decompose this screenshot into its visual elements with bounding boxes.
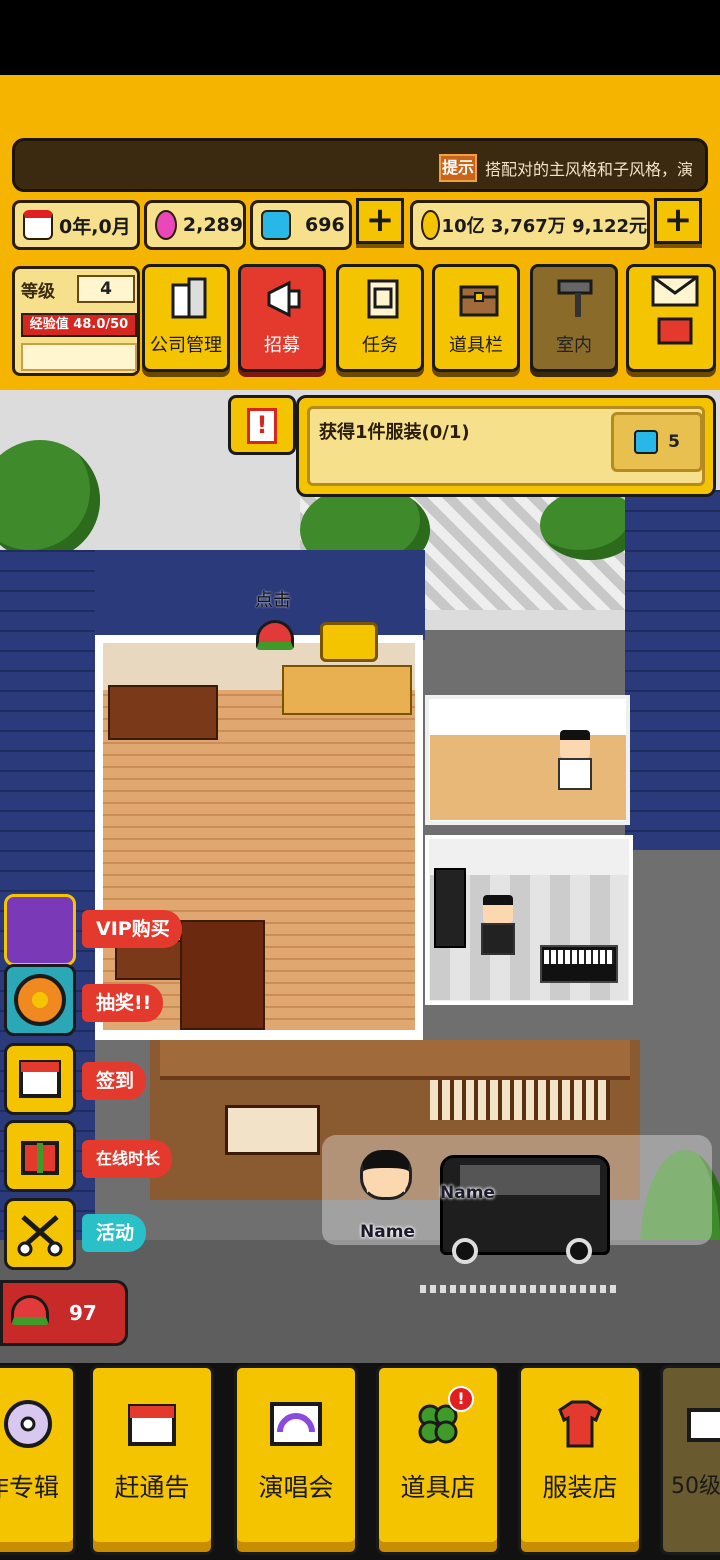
- nav-concert-button[interactable]: 演唱会: [234, 1365, 358, 1555]
- desk: [108, 685, 218, 740]
- trophy-icon: [320, 622, 378, 662]
- sofa: [180, 920, 265, 1030]
- exp-bar: 经验值 48.0/50: [21, 313, 137, 337]
- crown-icon[interactable]: [4, 894, 76, 966]
- menu-label: 室内: [556, 335, 592, 356]
- menu-label: 道具栏: [449, 335, 503, 356]
- shirt-icon: [552, 1396, 608, 1452]
- watermelon-count: 97: [69, 1301, 97, 1325]
- calendar-icon: [23, 210, 53, 240]
- date-value: 0年,0月: [59, 215, 131, 238]
- status-bar: [0, 0, 720, 75]
- coin-icon: [421, 210, 440, 240]
- chest-icon: [457, 277, 501, 321]
- pink-gem-icon: [155, 210, 177, 240]
- notification-badge: !: [448, 1386, 474, 1412]
- menu-label: 任务: [362, 335, 398, 356]
- nav-label: 道具店: [400, 1473, 476, 1502]
- nav-clothing-shop-button[interactable]: 服装店: [518, 1365, 642, 1555]
- piano-keys: [544, 950, 614, 964]
- mail-icon: [651, 275, 699, 345]
- blue-gem-value: 696: [305, 214, 345, 236]
- building-right: [625, 490, 720, 850]
- menu-label: 公司管理: [150, 335, 222, 356]
- manager-character[interactable]: [358, 1150, 414, 1210]
- quest-text: 获得1件服装(0/1): [319, 422, 470, 443]
- recruit-button[interactable]: 招募: [238, 264, 326, 372]
- crosswalk: [420, 1285, 620, 1293]
- medal-shelf: [282, 665, 412, 715]
- click-hint: 点击: [255, 590, 291, 611]
- blue-gem-icon: [261, 210, 291, 240]
- event-button[interactable]: 活动: [82, 1214, 147, 1252]
- entrance-door: [225, 1105, 320, 1155]
- nav-schedule-button[interactable]: 赶通告: [90, 1365, 214, 1555]
- speaker: [434, 868, 466, 948]
- scissors-icon[interactable]: [4, 1198, 76, 1270]
- quest-reward: 5: [611, 412, 703, 472]
- inventory-button[interactable]: 道具栏: [432, 264, 520, 372]
- nav-label: 服装店: [542, 1473, 618, 1502]
- quest-reward-value: 5: [668, 432, 680, 452]
- stage-icon: [268, 1396, 324, 1452]
- tip-badge: 提示: [439, 154, 477, 182]
- pink-gem-value: 2,289: [182, 214, 243, 236]
- lobby-awning: [160, 1040, 630, 1080]
- watermelon-icon[interactable]: [256, 620, 294, 650]
- level-label: 等级: [21, 282, 55, 302]
- npc-name-label: Name: [360, 1222, 415, 1242]
- wheel: [566, 1238, 592, 1264]
- building-icon: [167, 277, 211, 321]
- company-management-button[interactable]: 公司管理: [142, 264, 230, 372]
- blue-gem-counter: 696: [250, 200, 352, 250]
- watermelon-counter[interactable]: 97: [0, 1280, 128, 1346]
- ticker-text: 搭配对的主风格和子风格，演: [485, 160, 694, 179]
- lottery-wheel-icon[interactable]: [4, 964, 76, 1036]
- quest-panel[interactable]: 获得1件服装(0/1) 5: [296, 395, 716, 497]
- news-ticker: 提示 搭配对的主风格和子风格，演: [12, 138, 708, 192]
- nav-label: 演唱会: [258, 1473, 334, 1502]
- add-money-button[interactable]: +: [654, 198, 702, 244]
- add-gems-button[interactable]: +: [356, 198, 404, 244]
- level-blank-field: [21, 343, 137, 371]
- producer-character[interactable]: [478, 895, 518, 955]
- disc-icon: [0, 1396, 56, 1452]
- camera-icon: [683, 1396, 720, 1452]
- wheel: [452, 1238, 478, 1264]
- menu-label: 招募: [264, 335, 300, 356]
- gift-icon[interactable]: [4, 1120, 76, 1192]
- practice-room-floor: [430, 735, 626, 820]
- lobby-window: [430, 1080, 610, 1120]
- vip-purchase-button[interactable]: VIP购买: [82, 910, 182, 948]
- watermelon-icon: [11, 1295, 49, 1325]
- money-counter: 10亿 3,767万 9,122元: [410, 200, 650, 250]
- trainee-character[interactable]: [555, 730, 595, 790]
- check-in-button[interactable]: 签到: [82, 1062, 147, 1100]
- quest-alert-button[interactable]: !: [228, 395, 296, 455]
- blue-gem-icon: [634, 430, 659, 454]
- online-time-button[interactable]: 在线时长: [82, 1140, 173, 1178]
- alert-icon: !: [247, 408, 277, 444]
- nav-label: 50级: [671, 1474, 720, 1499]
- money-value: 10亿 3,767万 9,122元: [441, 216, 647, 237]
- nav-album-button[interactable]: 作专辑: [0, 1365, 76, 1555]
- interior-button[interactable]: 室内: [530, 264, 618, 372]
- nav-level-reward-button[interactable]: 50级: [660, 1365, 720, 1555]
- scroll-icon: [361, 277, 405, 321]
- mission-button[interactable]: 任务: [336, 264, 424, 372]
- date-display: 0年,0月: [12, 200, 140, 250]
- pink-gem-counter: 2,289: [144, 200, 246, 250]
- calendar-icon[interactable]: [4, 1043, 76, 1115]
- megaphone-icon: [263, 277, 307, 321]
- calendar-icon: [124, 1396, 180, 1452]
- nav-label: 作专辑: [0, 1473, 59, 1502]
- lottery-button[interactable]: 抽奖!!: [82, 984, 164, 1022]
- level-value: 4: [77, 275, 135, 303]
- nav-item-shop-button[interactable]: 道具店: [376, 1365, 500, 1555]
- npc-name-label: Name: [440, 1183, 495, 1203]
- nav-label: 赶通告: [114, 1473, 190, 1502]
- level-panel: 等级 4 经验值 48.0/50: [12, 266, 140, 376]
- paint-roller-icon: [555, 277, 599, 321]
- mail-button[interactable]: [626, 264, 716, 372]
